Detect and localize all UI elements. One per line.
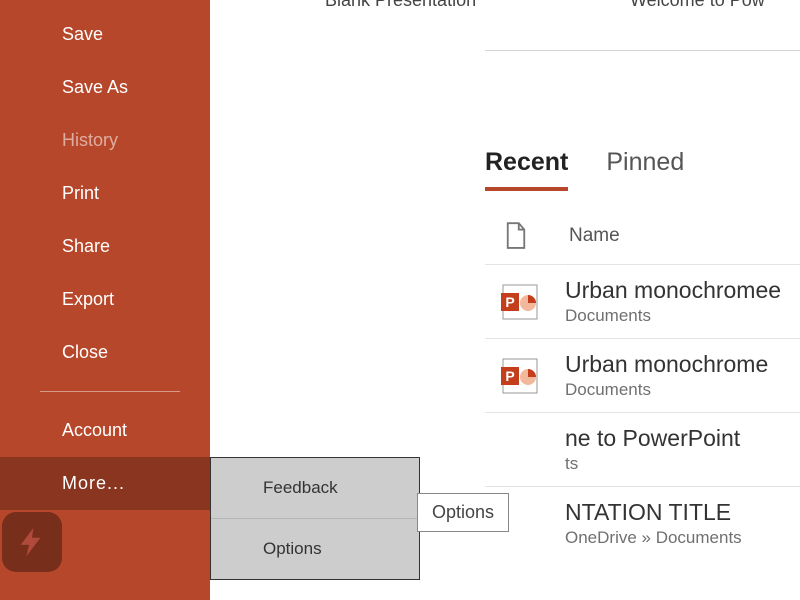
sidebar-item-account[interactable]: Account	[0, 404, 210, 457]
submenu-options[interactable]: Options	[211, 519, 419, 579]
file-title: ne to PowerPoint	[565, 425, 740, 452]
sidebar-item-more[interactable]: More...	[0, 457, 210, 510]
svg-text:P: P	[505, 294, 514, 310]
file-row[interactable]: NTATION TITLE OneDrive » Documents	[485, 487, 800, 560]
sidebar-item-share[interactable]: Share	[0, 220, 210, 273]
document-icon	[505, 222, 527, 250]
powerpoint-icon: P	[499, 281, 541, 323]
list-header: Name	[485, 208, 800, 265]
submenu-feedback[interactable]: Feedback	[211, 458, 419, 519]
tab-pinned[interactable]: Pinned	[606, 148, 684, 191]
sidebar-divider	[40, 391, 180, 392]
recent-files-list: Name P Urban monochromee Documents P Urb…	[485, 208, 800, 560]
file-location: OneDrive » Documents	[565, 528, 742, 548]
file-location: Documents	[565, 306, 781, 326]
section-divider	[485, 50, 800, 51]
file-location: ts	[565, 454, 740, 474]
lightning-icon	[15, 525, 49, 559]
backstage-sidebar: Save Save As History Print Share Export …	[0, 0, 210, 600]
template-welcome-label: Welcome to Pow	[630, 0, 765, 11]
options-tooltip: Options	[417, 493, 509, 532]
svg-text:P: P	[505, 368, 514, 384]
more-submenu: Feedback Options	[210, 457, 420, 580]
sidebar-item-history: History	[0, 114, 210, 167]
sidebar-item-export[interactable]: Export	[0, 273, 210, 326]
template-blank-label: Blank Presentation	[325, 0, 476, 11]
file-row[interactable]: ne to PowerPoint ts	[485, 413, 800, 487]
sidebar-item-print[interactable]: Print	[0, 167, 210, 220]
sidebar-item-close[interactable]: Close	[0, 326, 210, 379]
file-title: Urban monochromee	[565, 277, 781, 304]
file-location: Documents	[565, 380, 768, 400]
powerpoint-icon: P	[499, 355, 541, 397]
file-tabs: Recent Pinned	[485, 148, 684, 191]
sidebar-item-save[interactable]: Save	[0, 8, 210, 61]
tab-recent[interactable]: Recent	[485, 148, 568, 191]
file-title: Urban monochrome	[565, 351, 768, 378]
file-row[interactable]: P Urban monochromee Documents	[485, 265, 800, 339]
app-badge	[2, 512, 62, 572]
column-name: Name	[569, 225, 620, 247]
file-row[interactable]: P Urban monochrome Documents	[485, 339, 800, 413]
sidebar-item-save-as[interactable]: Save As	[0, 61, 210, 114]
file-title: NTATION TITLE	[565, 499, 742, 526]
